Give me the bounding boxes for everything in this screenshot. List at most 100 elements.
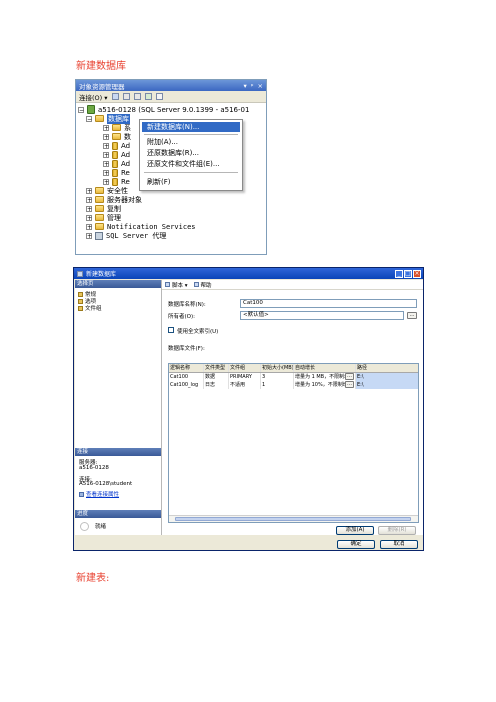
cell-logical-name[interactable]: Cat100_log — [169, 381, 204, 389]
path-text: E:\ — [357, 382, 364, 388]
tree-node-db-child[interactable]: + Ad — [103, 141, 130, 150]
expand-icon[interactable]: + — [103, 151, 109, 158]
tree-node-server[interactable]: − a516-0128 (SQL Server 9.0.1399 - a516-… — [78, 105, 249, 114]
collapse-icon[interactable]: − — [86, 115, 92, 122]
menu-item-refresh[interactable]: 刷新(F) — [142, 177, 240, 187]
cell-filegroup[interactable]: 不适用 — [229, 381, 261, 389]
cell-logical-name[interactable]: Cat100 — [169, 373, 204, 381]
collapse-icon[interactable]: − — [78, 106, 84, 113]
grid-header-cell: 自动增长 — [294, 364, 356, 372]
db-name-input[interactable]: Cat100 — [240, 299, 417, 308]
cancel-button[interactable]: 取消 — [380, 540, 418, 549]
database-icon — [112, 141, 118, 150]
database-icon — [77, 270, 83, 277]
server-icon — [87, 105, 95, 114]
tree-node-management[interactable]: + 管理 — [86, 213, 121, 222]
db-files-grid: 逻辑名称 文件类型 文件组 初始大小(MB) 自动增长 路径 Cat100 数据… — [168, 363, 419, 523]
grid-header-cell: 初始大小(MB) — [262, 364, 294, 372]
expand-icon[interactable]: + — [86, 205, 92, 212]
menu-item-new-database[interactable]: 新建数据库(N)... — [142, 122, 240, 132]
grid-header-row: 逻辑名称 文件类型 文件组 初始大小(MB) 自动增长 路径 — [169, 364, 418, 373]
expand-icon[interactable]: + — [86, 187, 92, 194]
remove-button[interactable]: 删除(R) — [378, 526, 416, 535]
horizontal-scrollbar[interactable] — [169, 515, 418, 522]
folder-icon — [95, 115, 104, 122]
folder-icon — [95, 187, 104, 194]
script-button[interactable]: 脚本 ▾ — [165, 281, 188, 289]
menu-item-attach[interactable]: 附加(A)... — [142, 137, 240, 147]
page-item-filegroups[interactable]: 文件组 — [78, 304, 102, 312]
expand-icon[interactable]: + — [103, 178, 109, 185]
add-button[interactable]: 添加(A) — [336, 526, 374, 535]
table-row[interactable]: Cat100_log 日志 不适用 1 增量为 10%，不限制增长 … E:\ — [169, 381, 418, 389]
refresh-icon[interactable] — [144, 93, 152, 100]
dialog-titlebar: 新建数据库 _ □ × — [74, 268, 423, 279]
database-icon — [112, 159, 118, 168]
folder-icon — [95, 214, 104, 221]
expand-icon[interactable]: + — [86, 214, 92, 221]
expand-icon[interactable]: + — [86, 196, 92, 203]
scrollbar-thumb[interactable] — [175, 517, 411, 521]
owner-browse-button[interactable]: … — [407, 312, 417, 319]
close-icon[interactable]: × — [258, 82, 263, 90]
disconnect-icon[interactable] — [122, 93, 130, 100]
autogrowth-browse-button[interactable]: … — [345, 373, 354, 380]
autogrowth-browse-button[interactable]: … — [345, 381, 354, 388]
cell-initial-size[interactable]: 1 — [261, 381, 294, 389]
progress-status: 就绪 — [95, 524, 107, 530]
owner-label: 所有者(O): — [168, 314, 195, 320]
tree-node-sql-agent[interactable]: + SQL Server 代理 — [86, 231, 166, 240]
stop-icon[interactable] — [133, 93, 141, 100]
view-connection-properties[interactable]: 查看连接属性 — [79, 490, 119, 498]
pin-icon[interactable]: ᵖ — [251, 82, 254, 90]
progress-spinner-icon — [80, 522, 89, 531]
minimize-icon[interactable]: _ — [395, 269, 403, 278]
expand-icon[interactable]: + — [103, 142, 109, 149]
ok-button[interactable]: 确定 — [337, 540, 375, 549]
cell-filegroup[interactable]: PRIMARY — [229, 373, 261, 381]
connect-button[interactable]: 连接(O) ▾ — [79, 92, 108, 102]
database-icon — [112, 150, 118, 159]
expand-icon[interactable]: + — [103, 169, 109, 176]
cell-autogrowth[interactable]: 增量为 1 MB，不限制增长 … — [294, 373, 356, 381]
menu-item-restore-database[interactable]: 还原数据库(R)... — [142, 148, 240, 158]
table-row[interactable]: Cat100 数据 PRIMARY 3 增量为 1 MB，不限制增长 … E:\ — [169, 373, 418, 381]
expand-icon[interactable]: + — [86, 232, 92, 239]
expand-icon[interactable]: + — [103, 133, 109, 140]
connect-icon[interactable] — [111, 93, 119, 100]
close-icon[interactable]: × — [413, 269, 421, 278]
dropdown-icon[interactable]: ▾ — [243, 82, 246, 90]
view-connection-link[interactable]: 查看连接属性 — [86, 490, 119, 498]
server-value: a516-0128 — [79, 465, 109, 471]
select-page-header: 选择页 — [75, 280, 161, 288]
tree-node-label: SQL Server 代理 — [106, 231, 167, 240]
filter-icon[interactable] — [155, 93, 163, 100]
tree-node-label: 数 — [124, 132, 131, 141]
owner-input[interactable]: <默认值> — [240, 311, 404, 320]
grid-header-cell: 路径 — [357, 365, 368, 371]
fulltext-label: 使用全文索引(U) — [177, 329, 219, 335]
tree-node-db-child[interactable]: + Ad — [103, 159, 130, 168]
maximize-icon[interactable]: □ — [404, 269, 412, 278]
expand-icon[interactable]: + — [86, 223, 92, 230]
dialog-title: 新建数据库 — [86, 271, 117, 278]
cell-initial-size[interactable]: 3 — [261, 373, 294, 381]
cell-path[interactable]: E:\ — [356, 381, 418, 389]
cell-file-type[interactable]: 数据 — [204, 373, 229, 381]
expand-icon[interactable]: + — [103, 160, 109, 167]
new-database-dialog: 新建数据库 _ □ × 选择页 常规 选项 文件组 连接 服务器: a516-0… — [73, 267, 424, 551]
properties-icon — [79, 491, 84, 497]
db-name-label: 数据库名称(N): — [168, 302, 206, 308]
cell-autogrowth[interactable]: 增量为 10%，不限制增长 … — [294, 381, 356, 389]
tree-node-db-child[interactable]: + Re — [103, 168, 130, 177]
dialog-toolbar: 脚本 ▾ 帮助 — [162, 280, 423, 290]
expand-icon[interactable]: + — [103, 124, 109, 131]
tree-node-label: Ad — [121, 141, 131, 150]
menu-item-restore-files[interactable]: 还原文件和文件组(E)... — [142, 159, 240, 169]
help-button[interactable]: 帮助 — [193, 281, 212, 289]
cell-file-type[interactable]: 日志 — [204, 381, 229, 389]
fulltext-checkbox[interactable] — [168, 327, 174, 333]
cell-path[interactable]: E:\ — [356, 373, 418, 381]
tree-node-db-child[interactable]: + Ad — [103, 150, 130, 159]
tree-node-db-child[interactable]: + 数 — [103, 132, 131, 141]
